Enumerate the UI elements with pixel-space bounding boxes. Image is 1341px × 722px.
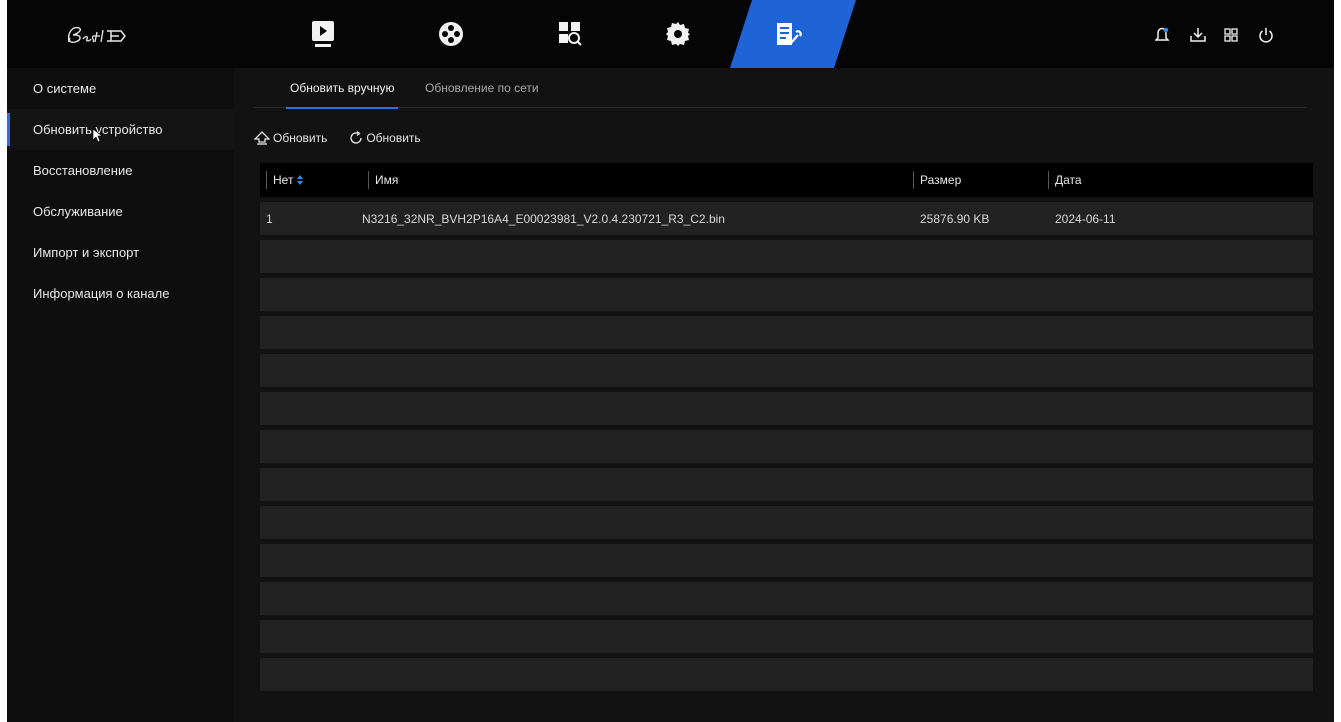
refresh-button-label: Обновить	[366, 131, 421, 145]
power-icon[interactable]	[1255, 24, 1277, 46]
sidebar-item-channel-info[interactable]: Информация о канале	[7, 273, 234, 314]
search-screen-icon[interactable]	[540, 0, 600, 68]
sidebar: О системе Обновить устройство Восстановл…	[7, 68, 234, 722]
main-panel: Обновить вручную Обновление по сети Обно…	[234, 68, 1334, 722]
empty-table-row	[260, 354, 1313, 387]
sidebar-item-label: Импорт и экспорт	[33, 245, 140, 260]
empty-table-row	[260, 468, 1313, 501]
empty-table-row	[260, 392, 1313, 425]
sidebar-item-label: О системе	[33, 81, 97, 96]
column-header-label: Имя	[375, 173, 399, 187]
tab-manual-upgrade[interactable]: Обновить вручную	[285, 68, 399, 109]
maintenance-icon[interactable]	[759, 0, 819, 68]
sidebar-item-about[interactable]: О системе	[7, 68, 234, 109]
tab-network-upgrade[interactable]: Обновление по сети	[425, 68, 539, 108]
upgrade-arrow-icon	[254, 131, 270, 145]
empty-table-row	[260, 430, 1313, 463]
table-header: Нет Имя Размер Дата	[260, 163, 1313, 197]
layout-grid-icon[interactable]	[1220, 24, 1242, 46]
refresh-button[interactable]: Обновить	[349, 131, 421, 145]
table-row[interactable]: 1 N3216_32NR_BVH2P16A4_E00023981_V2.0.4.…	[260, 202, 1313, 235]
empty-table-row	[260, 544, 1313, 577]
sidebar-item-import-export[interactable]: Импорт и экспорт	[7, 232, 234, 273]
sidebar-item-label: Восстановление	[33, 163, 133, 178]
brand-logo	[63, 22, 143, 48]
sidebar-item-restore[interactable]: Восстановление	[7, 150, 234, 191]
column-header-date: Дата	[1048, 171, 1082, 189]
sidebar-item-maintenance[interactable]: Обслуживание	[7, 191, 234, 232]
alarm-bell-icon[interactable]	[1151, 24, 1173, 46]
refresh-icon	[350, 131, 362, 144]
empty-table-row	[260, 620, 1313, 653]
column-header-label: Размер	[920, 173, 962, 187]
tab-label: Обновление по сети	[425, 81, 539, 95]
download-icon[interactable]	[1187, 24, 1209, 46]
empty-table-row	[260, 240, 1313, 273]
sidebar-item-upgrade[interactable]: Обновить устройство	[7, 109, 234, 150]
empty-table-row	[260, 278, 1313, 311]
mouse-cursor-icon	[93, 129, 103, 143]
column-header-name: Имя	[368, 171, 398, 189]
cell-no: 1	[266, 211, 273, 226]
sort-icon[interactable]	[297, 175, 304, 185]
gear-icon[interactable]	[648, 0, 708, 68]
tab-bar: Обновить вручную Обновление по сети	[254, 68, 1307, 109]
upgrade-button-label: Обновить	[273, 131, 328, 145]
top-bar	[7, 0, 1334, 68]
column-header-label: Нет	[273, 173, 294, 187]
column-header-size: Размер	[913, 171, 961, 189]
tab-label: Обновить вручную	[290, 81, 395, 95]
column-header-no[interactable]: Нет	[266, 171, 304, 189]
column-header-label: Дата	[1055, 173, 1082, 187]
hdd-reel-icon[interactable]	[421, 0, 481, 68]
sidebar-item-label: Информация о канале	[33, 286, 170, 301]
upgrade-button[interactable]: Обновить	[254, 131, 327, 145]
cell-file-name: N3216_32NR_BVH2P16A4_E00023981_V2.0.4.23…	[362, 211, 725, 226]
empty-table-row	[260, 658, 1313, 691]
cell-date: 2024-06-11	[1055, 211, 1116, 226]
firmware-table: Нет Имя Размер Дата 1 N3216_32NR_BVH2P16…	[260, 163, 1313, 691]
empty-table-row	[260, 316, 1313, 349]
empty-table-row	[260, 582, 1313, 615]
toolbar: Обновить Обновить	[254, 128, 421, 148]
empty-table-row	[260, 506, 1313, 539]
cell-size: 25876.90 KB	[920, 211, 990, 226]
sidebar-item-label: Обслуживание	[33, 204, 123, 219]
app-window: О системе Обновить устройство Восстановл…	[7, 0, 1334, 722]
playback-icon[interactable]	[293, 0, 353, 68]
